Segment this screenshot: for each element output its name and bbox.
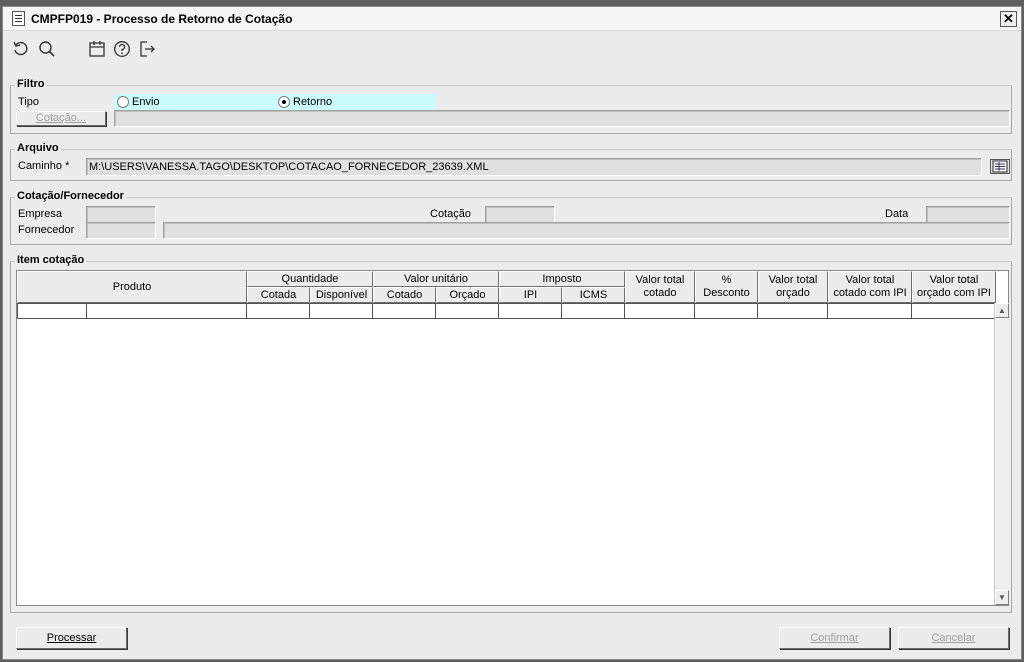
row-cell[interactable] [758, 303, 828, 319]
arquivo-legend: Arquivo [15, 142, 61, 154]
file-browse-button[interactable] [990, 159, 1010, 174]
data-label: Data [885, 208, 909, 220]
exit-icon[interactable] [138, 40, 156, 58]
grid-vertical-scrollbar[interactable]: ▲ ▼ [994, 303, 1009, 605]
row-cell[interactable] [499, 303, 562, 319]
tipo-label: Tipo [18, 96, 39, 108]
row-cell[interactable] [87, 303, 247, 319]
confirmar-button[interactable]: Confirmar [779, 627, 890, 649]
col-desconto-line1: % [721, 274, 732, 286]
col-imposto-ipi[interactable]: IPI [499, 287, 562, 303]
scroll-down-icon[interactable]: ▼ [995, 590, 1009, 605]
caminho-field[interactable]: M:\USERS\VANESSA.TAGO\DESKTOP\COTACAO_FO… [86, 158, 982, 176]
radio-retorno-label[interactable]: Retorno [293, 96, 332, 108]
tipo-radio-group: Envio Retorno [114, 94, 436, 110]
col-vt-orcado-ipi-line1: Valor total [929, 274, 979, 286]
window-title: CMPFP019 - Processo de Retorno de Cotaçã… [31, 12, 293, 26]
col-vt-cotado-ipi-line1: Valor total [845, 274, 895, 286]
row-cell[interactable] [562, 303, 625, 319]
cotacao-field [485, 206, 555, 223]
cotacao-label: Cotação [430, 208, 471, 220]
col-valor-total-orcado[interactable]: Valor total orçado [758, 271, 828, 303]
empresa-label: Empresa [18, 208, 63, 220]
arquivo-group: Arquivo Caminho * M:\USERS\VANESSA.TAGO\… [10, 142, 1012, 181]
col-desconto-line2: Desconto [703, 287, 750, 299]
undo-icon[interactable] [12, 40, 30, 58]
col-valor-unitario: Valor unitário [373, 271, 499, 287]
col-valor-total-cotado-line2: cotado [643, 287, 677, 299]
radio-envio[interactable] [117, 96, 129, 108]
fornecedor-name-field [163, 222, 1010, 239]
filtro-legend: Filtro [15, 78, 47, 90]
row-cell[interactable] [247, 303, 310, 319]
row-cell[interactable] [373, 303, 436, 319]
col-vu-orcado[interactable]: Orçado [436, 287, 499, 303]
col-produto[interactable]: Produto [17, 271, 247, 303]
row-cell[interactable] [310, 303, 373, 319]
cotacao-fornecedor-legend: Cotação/Fornecedor [15, 190, 126, 202]
col-vt-cotado-ipi[interactable]: Valor total cotado com IPI [828, 271, 912, 303]
title-bar: CMPFP019 - Processo de Retorno de Cotaçã… [3, 7, 1021, 31]
row-cell[interactable] [828, 303, 912, 319]
col-valor-total-orcado-line2: orçado [776, 287, 810, 299]
col-vt-orcado-ipi-line2: orçado com IPI [917, 287, 991, 299]
file-list-icon [992, 160, 1008, 173]
row-cell[interactable] [17, 303, 87, 319]
help-icon[interactable] [113, 40, 131, 58]
scroll-up-icon[interactable]: ▲ [995, 303, 1009, 318]
caminho-value: M:\USERS\VANESSA.TAGO\DESKTOP\COTACAO_FO… [89, 161, 489, 173]
col-vt-orcado-ipi[interactable]: Valor total orçado com IPI [912, 271, 996, 303]
col-vu-cotado[interactable]: Cotado [373, 287, 436, 303]
col-valor-total-cotado-line1: Valor total [635, 274, 685, 286]
empresa-field [86, 206, 156, 223]
calendar-icon[interactable] [88, 40, 106, 58]
caminho-label: Caminho * [18, 160, 70, 172]
document-icon [12, 11, 25, 26]
row-cell[interactable] [695, 303, 758, 319]
close-button[interactable]: ✕ [1000, 11, 1017, 27]
item-cotacao-legend: Item cotação [15, 254, 87, 266]
col-valor-total-orcado-line1: Valor total [768, 274, 818, 286]
col-qtd-cotada[interactable]: Cotada [247, 287, 310, 303]
data-field [926, 206, 1010, 223]
filtro-group: Filtro Tipo Envio Retorno Cotação... [10, 78, 1012, 134]
row-cell[interactable] [912, 303, 996, 319]
row-cell[interactable] [625, 303, 695, 319]
col-desconto[interactable]: % Desconto [695, 271, 758, 303]
radio-envio-label[interactable]: Envio [132, 96, 160, 108]
col-imposto: Imposto [499, 271, 625, 287]
cotacao-fornecedor-group: Cotação/Fornecedor Empresa Cotação Data … [10, 190, 1012, 245]
cotacao-description-field [114, 110, 1010, 127]
radio-retorno[interactable] [278, 96, 290, 108]
cancelar-button[interactable]: Cancelar [898, 627, 1009, 649]
item-cotacao-group: Item cotação Produto Quantidade Cotada D… [10, 254, 1012, 613]
col-valor-total-cotado[interactable]: Valor total cotado [625, 271, 695, 303]
fornecedor-code-field [86, 222, 156, 239]
main-window: CMPFP019 - Processo de Retorno de Cotaçã… [2, 6, 1022, 660]
search-icon[interactable] [38, 40, 56, 58]
col-quantidade: Quantidade [247, 271, 373, 287]
processar-button[interactable]: Processar [16, 627, 127, 649]
fornecedor-label: Fornecedor [18, 224, 75, 236]
row-cell[interactable] [436, 303, 499, 319]
col-vt-cotado-ipi-line2: cotado com IPI [833, 287, 907, 299]
cotacao-lookup-button[interactable]: Cotação... [16, 111, 106, 126]
col-qtd-disponivel[interactable]: Disponível [310, 287, 373, 303]
table-row[interactable] [17, 303, 996, 319]
col-imposto-icms[interactable]: ICMS [562, 287, 625, 303]
item-grid: Produto Quantidade Cotada Disponível Val… [16, 270, 1009, 606]
toolbar [3, 32, 1021, 66]
